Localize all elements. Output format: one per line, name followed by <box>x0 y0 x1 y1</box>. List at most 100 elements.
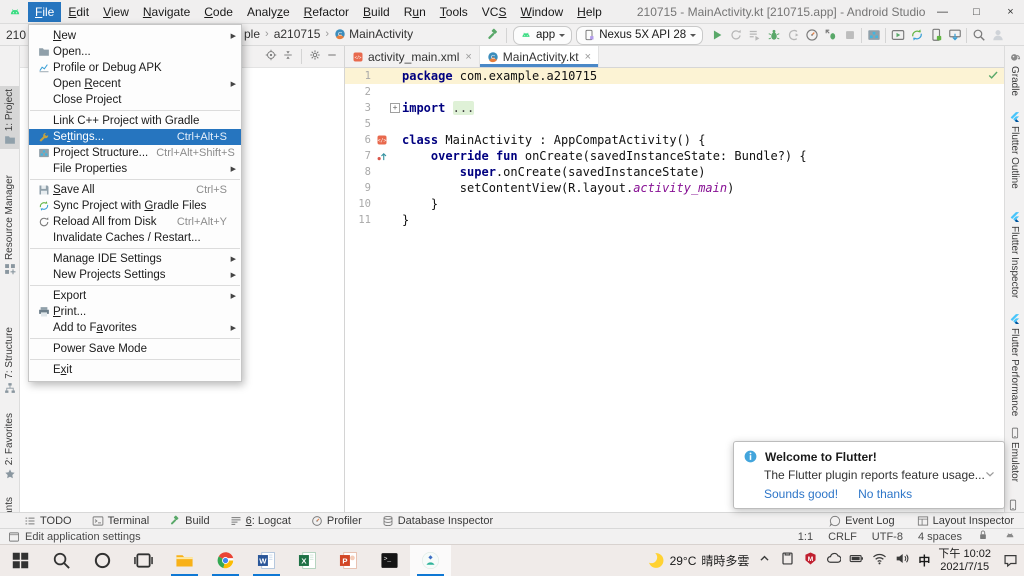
tool-window-layout-inspector[interactable]: Layout Inspector <box>917 515 1014 527</box>
gradle-sync-button[interactable] <box>907 25 926 45</box>
battery[interactable] <box>849 551 864 571</box>
tool-window-event-log[interactable]: Event Log <box>829 515 895 527</box>
breadcrumb-item[interactable]: ple <box>244 27 260 41</box>
onedrive[interactable] <box>826 551 842 571</box>
menu-item-exit[interactable]: Exit <box>29 362 241 378</box>
close-button[interactable]: × <box>993 0 1024 24</box>
weather-widget[interactable]: 29°C 晴時多雲 <box>645 551 749 570</box>
wifi[interactable] <box>872 551 887 571</box>
menu-window[interactable]: Window <box>513 2 570 22</box>
taskbar-cortana-button[interactable] <box>82 545 123 576</box>
collapse-all-button[interactable] <box>282 48 294 66</box>
profile-avatar-button[interactable] <box>988 25 1007 45</box>
target-device-select[interactable]: Nexus 5X API 28 <box>576 25 704 45</box>
menu-code[interactable]: Code <box>197 2 240 22</box>
menu-item-new[interactable]: New ▶ <box>29 28 241 44</box>
close-tab-icon[interactable]: × <box>585 51 591 63</box>
breadcrumb-item[interactable]: C MainActivity <box>334 27 413 41</box>
menu-item-sync-project-with-gradle-files[interactable]: Sync Project with Gradle Files <box>29 198 241 214</box>
menu-item-export[interactable]: Export ▶ <box>29 288 241 304</box>
menu-item-print[interactable]: Print... <box>29 304 241 320</box>
menu-run[interactable]: Run <box>397 2 433 22</box>
tool-window-database-inspector[interactable]: Database Inspector <box>382 515 493 527</box>
menu-item-file-properties[interactable]: File Properties ▶ <box>29 161 241 177</box>
menu-build[interactable]: Build <box>356 2 397 22</box>
action-center-icon[interactable] <box>1003 553 1018 568</box>
taskbar-start-button[interactable] <box>0 545 41 576</box>
debug-button[interactable] <box>764 25 783 45</box>
status-lock-widget[interactable] <box>977 529 989 544</box>
tool-window-button-resource-manager[interactable]: Resource Manager <box>0 172 19 278</box>
menu-item-open[interactable]: Open... <box>29 44 241 60</box>
taskbar-clock[interactable]: 下午 10:02 2021/7/15 <box>938 548 991 574</box>
menu-item-link-c-project-with-gradle[interactable]: Link C++ Project with Gradle <box>29 113 241 129</box>
tool-window-todo[interactable]: TODO <box>24 515 72 527</box>
attach-debugger-button[interactable] <box>783 25 802 45</box>
menu-refactor[interactable]: Refactor <box>297 2 356 22</box>
taskbar-cmd[interactable]: >_ <box>369 545 410 576</box>
taskbar-android-studio[interactable] <box>410 545 451 576</box>
tool-window-button-2-favorites[interactable]: 2: Favorites <box>0 410 19 483</box>
tool-window-6-logcat[interactable]: 6: Logcat <box>230 515 291 527</box>
menu-item-open-recent[interactable]: Open Recent ▶ <box>29 76 241 92</box>
tool-window-button-gradle[interactable]: Gradle <box>1005 48 1024 99</box>
menu-edit[interactable]: Edit <box>61 2 96 22</box>
menu-item-add-to-favorites[interactable]: Add to Favorites ▶ <box>29 320 241 336</box>
tool-window-button-1-project[interactable]: 1: Project <box>0 86 19 150</box>
menu-analyze[interactable]: Analyze <box>240 2 297 22</box>
rerun-button[interactable] <box>726 25 745 45</box>
panel-settings-button[interactable] <box>309 48 321 66</box>
tool-window-terminal[interactable]: Terminal <box>92 515 149 527</box>
hide-panel-button[interactable] <box>326 48 338 66</box>
sounds-good-link[interactable]: Sounds good! <box>764 487 838 501</box>
ime-indicator[interactable]: 中 <box>918 552 930 569</box>
menu-vcs[interactable]: VCS <box>475 2 514 22</box>
profile-app-button[interactable] <box>802 25 821 45</box>
search-everywhere-button[interactable] <box>969 25 988 45</box>
tray-device[interactable] <box>780 551 795 571</box>
tab-mainactivity-kt[interactable]: C MainActivity.kt × <box>479 46 600 67</box>
menu-tools[interactable]: Tools <box>433 2 475 22</box>
taskbar-task-view-button[interactable] <box>123 545 164 576</box>
close-tab-icon[interactable]: × <box>465 51 471 63</box>
build-project-button[interactable] <box>486 28 500 42</box>
tool-window-button-flutter-inspector[interactable]: Flutter Inspector <box>1005 208 1024 301</box>
menu-item-save-all[interactable]: Save All Ctrl+S <box>29 182 241 198</box>
menu-item-close-project[interactable]: Close Project <box>29 92 241 108</box>
sdk-manager-button[interactable] <box>945 25 964 45</box>
taskbar-file-explorer[interactable] <box>164 545 205 576</box>
taskbar-word[interactable]: W <box>246 545 287 576</box>
attach-profiler-button[interactable] <box>821 25 840 45</box>
tab-activity-main-xml[interactable]: </> activity_main.xml × <box>345 46 480 67</box>
fold-marker-icon[interactable]: + <box>390 103 400 113</box>
menu-navigate[interactable]: Navigate <box>136 2 197 22</box>
locate-file-button[interactable] <box>265 48 277 66</box>
menu-item-profile-or-debug-apk[interactable]: Profile or Debug APK <box>29 60 241 76</box>
run-configuration-select[interactable]: app <box>513 25 573 45</box>
breadcrumb-item[interactable]: a210715 <box>274 27 321 41</box>
tool-window-profiler[interactable]: Profiler <box>311 515 362 527</box>
volume[interactable] <box>895 551 910 571</box>
status-widget-1-1[interactable]: 1:1 <box>798 531 813 543</box>
mcafee[interactable]: M <box>803 551 818 571</box>
taskbar-powerpoint[interactable]: P <box>328 545 369 576</box>
device-manager-button[interactable] <box>926 25 945 45</box>
menu-item-new-projects-settings[interactable]: New Projects Settings ▶ <box>29 267 241 283</box>
tool-window-button-flutter-performance[interactable]: Flutter Performance <box>1005 310 1024 419</box>
menu-help[interactable]: Help <box>570 2 609 22</box>
tool-window-button-emulator[interactable]: Emulator <box>1005 424 1024 485</box>
menu-item-manage-ide-settings[interactable]: Manage IDE Settings ▶ <box>29 251 241 267</box>
menu-item-project-structure[interactable]: Project Structure... Ctrl+Alt+Shift+S <box>29 145 241 161</box>
stop-button[interactable] <box>840 25 859 45</box>
taskbar-excel[interactable]: X <box>287 545 328 576</box>
menu-item-invalidate-caches-restart[interactable]: Invalidate Caches / Restart... <box>29 230 241 246</box>
no-thanks-link[interactable]: No thanks <box>858 487 912 501</box>
status-widget-4-spaces[interactable]: 4 spaces <box>918 531 962 543</box>
run-configurations-button[interactable] <box>745 25 764 45</box>
project-structure-button[interactable] <box>864 25 883 45</box>
taskbar-chrome[interactable] <box>205 545 246 576</box>
avd-manager-button[interactable] <box>888 25 907 45</box>
tool-window-button-7-structure[interactable]: 7: Structure <box>0 324 19 397</box>
tool-window-button-flutter-outline[interactable]: Flutter Outline <box>1005 108 1024 192</box>
status-androidgray-widget[interactable] <box>1004 529 1016 544</box>
